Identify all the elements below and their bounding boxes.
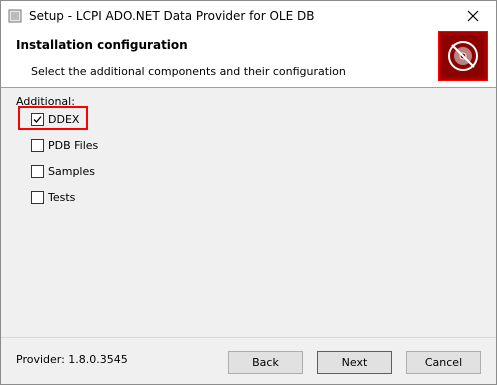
samples-label: Samples [48, 164, 95, 178]
samples-checkbox[interactable] [31, 164, 44, 178]
setup-window: Setup - LCPI ADO.NET Data Provider for O… [0, 0, 497, 385]
footer-divider [1, 337, 496, 338]
tests-label: Tests [48, 190, 76, 204]
tests-checkbox-row[interactable]: Tests [31, 188, 75, 206]
provider-version: Provider: 1.8.0.3545 [16, 353, 128, 366]
tests-checkbox[interactable] [31, 190, 44, 204]
page-title: Installation configuration [16, 38, 188, 52]
setup-app-icon [8, 9, 22, 23]
samples-checkbox-row[interactable]: Samples [31, 162, 95, 180]
window-title: Setup - LCPI ADO.NET Data Provider for O… [29, 9, 315, 23]
close-icon [467, 10, 479, 22]
page-subtitle: Select the additional components and the… [31, 65, 346, 78]
ddex-checkbox[interactable] [31, 112, 44, 126]
next-button[interactable]: Next [317, 351, 392, 374]
cancel-button[interactable]: Cancel [406, 351, 481, 374]
disc-logo-icon [438, 31, 488, 81]
title-bar: Setup - LCPI ADO.NET Data Provider for O… [1, 1, 496, 31]
pdb-files-checkbox-row[interactable]: PDB Files [31, 136, 98, 154]
ddex-checkbox-row[interactable]: DDEX [31, 110, 79, 128]
wizard-header: Installation configuration Select the ad… [1, 31, 496, 88]
back-button[interactable]: Back [228, 351, 303, 374]
close-button[interactable] [450, 1, 496, 31]
pdb-files-checkbox[interactable] [31, 138, 44, 152]
ddex-label: DDEX [48, 112, 80, 126]
pdb-files-label: PDB Files [48, 138, 99, 152]
